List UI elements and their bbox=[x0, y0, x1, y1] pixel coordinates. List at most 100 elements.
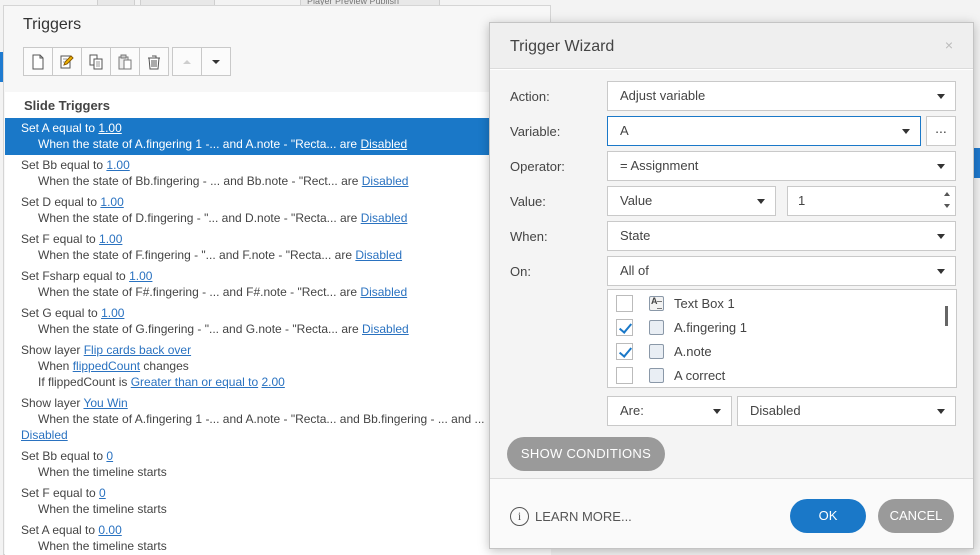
chevron-up-icon[interactable] bbox=[944, 192, 950, 196]
trigger-state-link[interactable]: Disabled bbox=[362, 174, 409, 188]
delete-button[interactable] bbox=[139, 47, 169, 76]
trigger-text: Show layer bbox=[21, 343, 84, 357]
list-item[interactable]: Text Box 1 bbox=[616, 292, 735, 314]
trigger-condition-text: When the state of A.fingering 1 -... and… bbox=[38, 412, 485, 426]
learn-more-link[interactable]: i LEARN MORE... bbox=[510, 507, 632, 526]
trigger-value-link[interactable]: 0 bbox=[99, 486, 106, 500]
object-label: A.fingering 1 bbox=[674, 319, 747, 335]
ok-button[interactable]: OK bbox=[790, 499, 866, 533]
trigger-text: Set F equal to bbox=[21, 486, 100, 500]
edit-trigger-icon bbox=[60, 54, 74, 68]
variable-link[interactable]: flippedCount bbox=[73, 359, 140, 373]
trigger-value-link[interactable]: 0.00 bbox=[98, 523, 121, 537]
operator-link[interactable]: Greater than or equal to bbox=[131, 375, 258, 389]
trigger-row[interactable]: Set Bb equal to 1.00 When the state of B… bbox=[5, 155, 551, 192]
trigger-row[interactable]: Show layer You Win When the state of A.f… bbox=[5, 393, 551, 446]
copy-button[interactable] bbox=[81, 47, 111, 76]
trigger-value-link[interactable]: 1.00 bbox=[106, 158, 129, 172]
move-up-icon bbox=[183, 59, 191, 64]
value-number: 1 bbox=[798, 193, 806, 208]
shape-icon bbox=[649, 319, 664, 335]
when-value: State bbox=[620, 228, 651, 243]
dialog-header: Trigger Wizard × bbox=[490, 23, 973, 69]
paste-button[interactable] bbox=[110, 47, 140, 76]
chevron-down-icon[interactable] bbox=[944, 204, 950, 208]
trigger-text: Set Fsharp equal to bbox=[21, 269, 130, 283]
state-value: Disabled bbox=[750, 403, 801, 418]
checkbox[interactable] bbox=[616, 366, 633, 384]
value-link[interactable]: 2.00 bbox=[261, 375, 284, 389]
trigger-row[interactable]: Set A equal to 0.00 When the timeline st… bbox=[5, 520, 551, 555]
on-label: On: bbox=[510, 264, 531, 279]
trigger-value-link[interactable]: 1.00 bbox=[100, 195, 123, 209]
on-dropdown[interactable]: All of bbox=[607, 256, 956, 286]
layer-link[interactable]: Flip cards back over bbox=[84, 343, 191, 357]
section-title: Slide Triggers bbox=[24, 98, 110, 113]
scrollbar-thumb[interactable] bbox=[945, 306, 948, 326]
new-trigger-button[interactable] bbox=[23, 47, 53, 76]
cancel-button[interactable]: CANCEL bbox=[878, 499, 954, 533]
trigger-state-link[interactable]: Disabled bbox=[361, 211, 408, 225]
trigger-state-link[interactable]: Disabled bbox=[362, 322, 409, 336]
list-item[interactable]: A.note bbox=[616, 340, 712, 362]
trigger-row[interactable]: Set Fsharp equal to 1.00 When the state … bbox=[5, 266, 551, 303]
layer-link[interactable]: You Win bbox=[83, 396, 127, 410]
trigger-condition-text: When the state of G.fingering - "... and… bbox=[38, 322, 363, 336]
trigger-state-link[interactable]: Disabled bbox=[355, 248, 402, 262]
close-icon[interactable]: × bbox=[945, 37, 953, 53]
trigger-row[interactable]: Set F equal to 1.00 When the state of F.… bbox=[5, 229, 551, 266]
trigger-text: Set A equal to bbox=[21, 523, 99, 537]
move-down-button[interactable] bbox=[201, 47, 231, 76]
learn-more-label: LEARN MORE... bbox=[535, 509, 632, 524]
trigger-text: Set F equal to bbox=[21, 232, 100, 246]
trigger-row[interactable]: Set G equal to 1.00 When the state of G.… bbox=[5, 303, 551, 340]
operator-dropdown[interactable]: = Assignment bbox=[607, 151, 956, 181]
trigger-value-link[interactable]: 0 bbox=[106, 449, 113, 463]
object-checklist: Text Box 1 A.fingering 1 A.note A correc… bbox=[607, 289, 957, 388]
manage-variables-button[interactable]: ... bbox=[926, 116, 956, 146]
state-dropdown[interactable]: Disabled bbox=[737, 396, 956, 426]
checkbox[interactable] bbox=[616, 318, 633, 336]
list-item[interactable]: A correct bbox=[616, 364, 725, 386]
value-type-dropdown[interactable]: Value bbox=[607, 186, 776, 216]
trigger-row[interactable]: Set F equal to 0 When the timeline start… bbox=[5, 483, 551, 520]
trigger-condition-text: When bbox=[38, 359, 73, 373]
trigger-state-link[interactable]: Disabled bbox=[360, 137, 407, 151]
trigger-wizard-dialog: Trigger Wizard × Action: Adjust variable… bbox=[489, 22, 974, 549]
on-value: All of bbox=[620, 263, 649, 278]
when-dropdown[interactable]: State bbox=[607, 221, 956, 251]
triggers-toolbar bbox=[23, 47, 231, 76]
list-item[interactable]: A.fingering 1 bbox=[616, 316, 747, 338]
trigger-condition-text: When the state of F.fingering - "... and… bbox=[38, 248, 356, 262]
trigger-list-area: Slide Triggers Set A equal to 1.00 When … bbox=[5, 92, 551, 555]
trigger-row[interactable]: Set D equal to 1.00 When the state of D.… bbox=[5, 192, 551, 229]
object-label: A correct bbox=[674, 367, 726, 383]
trigger-value-link[interactable]: 1.00 bbox=[101, 306, 124, 320]
copy-icon bbox=[89, 54, 103, 69]
delete-icon bbox=[148, 55, 160, 69]
checkbox[interactable] bbox=[616, 294, 633, 312]
trigger-value-link[interactable]: 1.00 bbox=[99, 232, 122, 246]
trigger-row[interactable]: Set Bb equal to 0 When the timeline star… bbox=[5, 446, 551, 483]
value-number-input[interactable]: 1 bbox=[787, 186, 956, 216]
variable-value: A bbox=[620, 123, 629, 138]
trigger-condition-text: When the timeline starts bbox=[38, 465, 167, 479]
trigger-row[interactable]: Show layer Flip cards back over When fli… bbox=[5, 340, 551, 393]
edit-trigger-button[interactable] bbox=[52, 47, 82, 76]
shape-icon bbox=[649, 343, 664, 359]
when-label: When: bbox=[510, 229, 548, 244]
trigger-row[interactable]: Set A equal to 1.00 When the state of A.… bbox=[5, 118, 551, 155]
trigger-state-link[interactable]: Disabled bbox=[21, 428, 68, 442]
trigger-value-link[interactable]: 1.00 bbox=[98, 121, 121, 135]
variable-dropdown[interactable]: A bbox=[607, 116, 921, 146]
action-dropdown[interactable]: Adjust variable bbox=[607, 81, 956, 111]
show-conditions-button[interactable]: SHOW CONDITIONS bbox=[507, 437, 665, 471]
dialog-title: Trigger Wizard bbox=[510, 38, 615, 55]
checkbox[interactable] bbox=[616, 342, 633, 360]
trigger-state-link[interactable]: Disabled bbox=[360, 285, 407, 299]
are-dropdown[interactable]: Are: bbox=[607, 396, 732, 426]
trigger-value-link[interactable]: 1.00 bbox=[129, 269, 152, 283]
spinner-arrows[interactable] bbox=[944, 192, 952, 208]
trigger-text: Set G equal to bbox=[21, 306, 102, 320]
move-up-button[interactable] bbox=[172, 47, 202, 76]
